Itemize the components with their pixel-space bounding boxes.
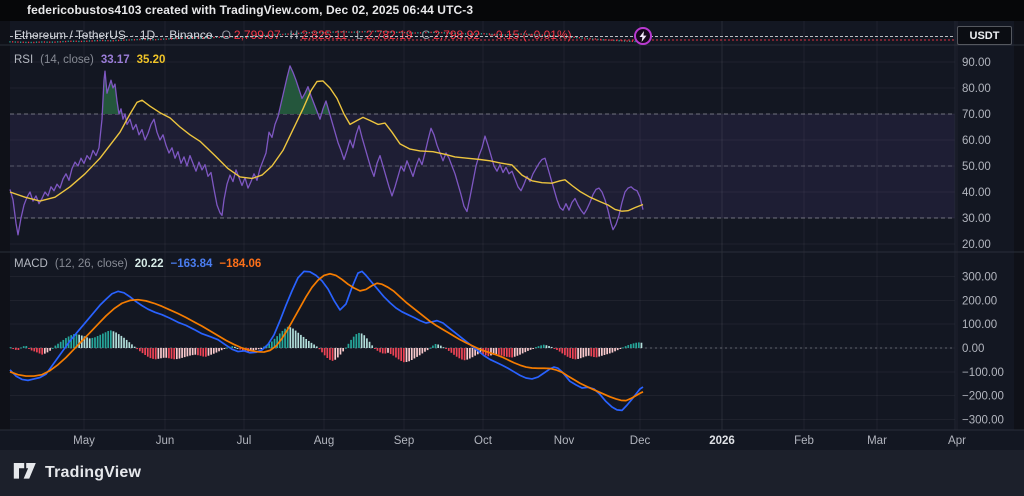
ohlc-low: L 2,782.19 [356, 28, 412, 42]
mini-candle [581, 37, 582, 38]
currency-button[interactable]: USDT [957, 26, 1012, 45]
ohlc-close: C 2,798.92 [422, 28, 480, 42]
mini-candle [597, 39, 598, 40]
mini-candle [603, 39, 604, 40]
mini-candle [587, 38, 588, 39]
macd-legend[interactable]: MACD (12, 26, close) 20.22 −163.84 −184.… [14, 258, 261, 270]
macd-hist-value: 20.22 [135, 258, 164, 270]
tradingview-chart-screen: federicobustos4103 created with TradingV… [0, 0, 1024, 496]
mini-candle [608, 39, 609, 40]
mini-candle [589, 38, 590, 39]
mini-candle [627, 40, 628, 41]
symbol-legend[interactable]: Ethereum / TetherUS · 1D · Binance O 2,7… [14, 28, 572, 42]
footer-bar: TradingView [0, 450, 1024, 496]
lightning-badge-icon[interactable] [634, 27, 652, 45]
separator-dot: · [131, 28, 135, 42]
mini-candle [632, 41, 633, 42]
interval-label[interactable]: 1D [140, 28, 155, 42]
rsi-legend[interactable]: RSI (14, close) 33.17 35.20 [14, 54, 165, 66]
left-margin [0, 21, 10, 430]
macd-line-value: −163.84 [171, 258, 213, 270]
mini-candle [605, 39, 606, 40]
mini-candle [574, 37, 575, 38]
chart-plot-area[interactable] [10, 45, 955, 430]
symbol-title[interactable]: Ethereum / TetherUS [14, 28, 126, 42]
tradingview-logo-icon[interactable] [13, 462, 37, 485]
mini-candle [621, 40, 622, 41]
mini-candle [595, 38, 596, 39]
mini-candle [624, 40, 625, 41]
mini-candle [619, 40, 620, 41]
change-value: −0.15 (−0.01%) [489, 28, 572, 42]
separator-dot: · [160, 28, 164, 42]
ohlc-high: H 2,825.11 [290, 28, 348, 42]
tradingview-brand-text[interactable]: TradingView [45, 464, 141, 482]
rsi-value: 33.17 [101, 54, 130, 66]
mini-candle [576, 37, 577, 38]
mini-candle [600, 39, 601, 40]
mini-candle [584, 37, 585, 38]
macd-legend-params: (12, 26, close) [55, 258, 128, 270]
mini-candle [9, 41, 10, 42]
macd-legend-title: MACD [14, 258, 48, 270]
right-margin [1014, 21, 1024, 430]
exchange-label: Binance [169, 28, 212, 42]
attribution-text: federicobustos4103 created with TradingV… [27, 3, 473, 17]
mini-candle [611, 39, 612, 40]
mini-candle [616, 40, 617, 41]
rsi-legend-title: RSI [14, 54, 33, 66]
mini-candle [592, 38, 593, 39]
ohlc-open: O 2,799.07 [222, 28, 281, 42]
time-axis[interactable] [0, 430, 1014, 450]
attribution-header: federicobustos4103 created with TradingV… [0, 0, 1024, 21]
mini-candle [579, 37, 580, 38]
rsi-ma-value: 35.20 [137, 54, 166, 66]
mini-candle [629, 41, 630, 42]
macd-signal-value: −184.06 [219, 258, 261, 270]
price-axis[interactable] [955, 45, 1015, 430]
mini-candle [613, 40, 614, 41]
rsi-legend-params: (14, close) [40, 54, 94, 66]
